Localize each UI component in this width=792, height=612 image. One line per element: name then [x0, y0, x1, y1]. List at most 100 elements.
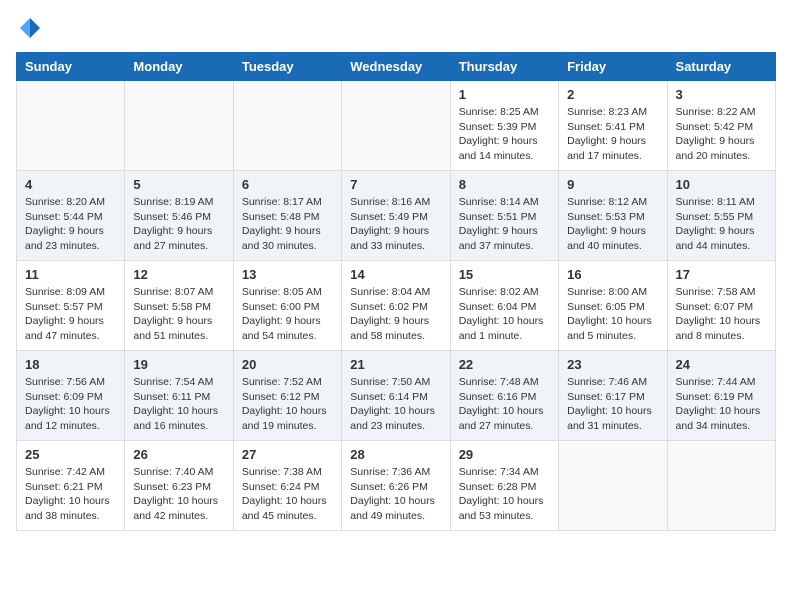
calendar-cell: 5Sunrise: 8:19 AM Sunset: 5:46 PM Daylig… [125, 171, 233, 261]
day-number: 11 [25, 267, 116, 282]
day-info: Sunrise: 7:38 AM Sunset: 6:24 PM Dayligh… [242, 465, 333, 524]
calendar-cell: 19 Sunrise: 7:54 AM Sunset: 6:11 PM Dayli… [125, 351, 233, 441]
calendar-week-3: 11 Sunrise: 8:09 AM Sunset: 5:57 PM Dayli… [17, 261, 776, 351]
calendar-cell: 26Sunrise: 7:40 AM Sunset: 6:23 PM Dayli… [125, 441, 233, 531]
day-info: Sunrise: 8:09 AM Sunset: 5:57 PM Dayligh… [25, 285, 116, 344]
calendar-cell: 28 Sunrise: 7:36 AM Sunset: 6:26 PM Dayli… [342, 441, 450, 531]
calendar-cell: 20 Sunrise: 7:52 AM Sunset: 6:12 PM Dayli… [233, 351, 341, 441]
day-info: Sunrise: 8:04 AM Sunset: 6:02 PM Dayligh… [350, 285, 441, 344]
day-info: Sunrise: 7:42 AM Sunset: 6:21 PM Dayligh… [25, 465, 116, 524]
calendar-cell: 11 Sunrise: 8:09 AM Sunset: 5:57 PM Dayli… [17, 261, 125, 351]
calendar-cell: 13Sunrise: 8:05 AM Sunset: 6:00 PM Dayli… [233, 261, 341, 351]
calendar-cell: 21 Sunrise: 7:50 AM Sunset: 6:14 PM Dayli… [342, 351, 450, 441]
day-number: 28 [350, 447, 441, 462]
day-number: 10 [676, 177, 767, 192]
calendar-header-thursday: Thursday [450, 53, 558, 81]
day-number: 18 [25, 357, 116, 372]
day-info: Sunrise: 8:16 AM Sunset: 5:49 PM Dayligh… [350, 195, 441, 254]
day-number: 2 [567, 87, 658, 102]
day-info: Sunrise: 8:12 AM Sunset: 5:53 PM Dayligh… [567, 195, 658, 254]
calendar-header-sunday: Sunday [17, 53, 125, 81]
calendar-cell: 6 Sunrise: 8:17 AM Sunset: 5:48 PM Daylig… [233, 171, 341, 261]
day-info: Sunrise: 8:17 AM Sunset: 5:48 PM Dayligh… [242, 195, 333, 254]
calendar-cell [559, 441, 667, 531]
calendar-cell: 25 Sunrise: 7:42 AM Sunset: 6:21 PM Dayli… [17, 441, 125, 531]
calendar-cell [233, 81, 341, 171]
day-number: 6 [242, 177, 333, 192]
calendar-cell: 1 Sunrise: 8:25 AM Sunset: 5:39 PM Daylig… [450, 81, 558, 171]
day-info: Sunrise: 8:00 AM Sunset: 6:05 PM Dayligh… [567, 285, 658, 344]
calendar-header-monday: Monday [125, 53, 233, 81]
day-number: 15 [459, 267, 550, 282]
calendar-cell: 10Sunrise: 8:11 AM Sunset: 5:55 PM Dayli… [667, 171, 775, 261]
calendar-cell: 3 Sunrise: 8:22 AM Sunset: 5:42 PM Daylig… [667, 81, 775, 171]
calendar-cell: 29 Sunrise: 7:34 AM Sunset: 6:28 PM Dayli… [450, 441, 558, 531]
day-number: 14 [350, 267, 441, 282]
day-number: 19 [133, 357, 224, 372]
calendar-table: SundayMondayTuesdayWednesdayThursdayFrid… [16, 52, 776, 531]
day-info: Sunrise: 7:58 AM Sunset: 6:07 PM Dayligh… [676, 285, 767, 344]
day-info: Sunrise: 7:50 AM Sunset: 6:14 PM Dayligh… [350, 375, 441, 434]
day-info: Sunrise: 8:25 AM Sunset: 5:39 PM Dayligh… [459, 105, 550, 164]
calendar-cell: 12Sunrise: 8:07 AM Sunset: 5:58 PM Dayli… [125, 261, 233, 351]
calendar-cell [342, 81, 450, 171]
day-info: Sunrise: 8:22 AM Sunset: 5:42 PM Dayligh… [676, 105, 767, 164]
day-number: 29 [459, 447, 550, 462]
calendar-cell: 9 Sunrise: 8:12 AM Sunset: 5:53 PM Daylig… [559, 171, 667, 261]
calendar-week-1: 1 Sunrise: 8:25 AM Sunset: 5:39 PM Daylig… [17, 81, 776, 171]
logo [16, 16, 42, 40]
calendar-cell [17, 81, 125, 171]
calendar-header-row: SundayMondayTuesdayWednesdayThursdayFrid… [17, 53, 776, 81]
day-number: 20 [242, 357, 333, 372]
day-number: 22 [459, 357, 550, 372]
day-info: Sunrise: 8:19 AM Sunset: 5:46 PM Dayligh… [133, 195, 224, 254]
calendar-cell: 16 Sunrise: 8:00 AM Sunset: 6:05 PM Dayli… [559, 261, 667, 351]
calendar-cell: 15 Sunrise: 8:02 AM Sunset: 6:04 PM Dayli… [450, 261, 558, 351]
day-number: 23 [567, 357, 658, 372]
calendar-week-2: 4Sunrise: 8:20 AM Sunset: 5:44 PM Daylig… [17, 171, 776, 261]
day-number: 27 [242, 447, 333, 462]
calendar-header-wednesday: Wednesday [342, 53, 450, 81]
calendar-cell: 8Sunrise: 8:14 AM Sunset: 5:51 PM Daylig… [450, 171, 558, 261]
day-info: Sunrise: 8:07 AM Sunset: 5:58 PM Dayligh… [133, 285, 224, 344]
calendar-week-5: 25 Sunrise: 7:42 AM Sunset: 6:21 PM Dayli… [17, 441, 776, 531]
calendar-cell [667, 441, 775, 531]
calendar-cell: 24 Sunrise: 7:44 AM Sunset: 6:19 PM Dayli… [667, 351, 775, 441]
calendar-cell: 4Sunrise: 8:20 AM Sunset: 5:44 PM Daylig… [17, 171, 125, 261]
day-info: Sunrise: 7:44 AM Sunset: 6:19 PM Dayligh… [676, 375, 767, 434]
page-header [16, 16, 776, 40]
day-number: 26 [133, 447, 224, 462]
day-info: Sunrise: 8:23 AM Sunset: 5:41 PM Dayligh… [567, 105, 658, 164]
day-info: Sunrise: 7:48 AM Sunset: 6:16 PM Dayligh… [459, 375, 550, 434]
calendar-header-friday: Friday [559, 53, 667, 81]
day-number: 13 [242, 267, 333, 282]
day-info: Sunrise: 7:54 AM Sunset: 6:11 PM Dayligh… [133, 375, 224, 434]
day-number: 8 [459, 177, 550, 192]
day-number: 17 [676, 267, 767, 282]
calendar-cell: 17 Sunrise: 7:58 AM Sunset: 6:07 PM Dayli… [667, 261, 775, 351]
day-info: Sunrise: 7:56 AM Sunset: 6:09 PM Dayligh… [25, 375, 116, 434]
calendar-cell: 14 Sunrise: 8:04 AM Sunset: 6:02 PM Dayli… [342, 261, 450, 351]
logo-icon [18, 16, 42, 40]
day-info: Sunrise: 7:34 AM Sunset: 6:28 PM Dayligh… [459, 465, 550, 524]
day-info: Sunrise: 7:36 AM Sunset: 6:26 PM Dayligh… [350, 465, 441, 524]
day-info: Sunrise: 7:52 AM Sunset: 6:12 PM Dayligh… [242, 375, 333, 434]
calendar-header-saturday: Saturday [667, 53, 775, 81]
day-number: 4 [25, 177, 116, 192]
day-number: 3 [676, 87, 767, 102]
day-number: 7 [350, 177, 441, 192]
day-number: 21 [350, 357, 441, 372]
day-number: 24 [676, 357, 767, 372]
calendar-cell: 2 Sunrise: 8:23 AM Sunset: 5:41 PM Daylig… [559, 81, 667, 171]
day-number: 1 [459, 87, 550, 102]
calendar-cell: 27 Sunrise: 7:38 AM Sunset: 6:24 PM Dayli… [233, 441, 341, 531]
calendar-cell: 18 Sunrise: 7:56 AM Sunset: 6:09 PM Dayli… [17, 351, 125, 441]
calendar-week-4: 18 Sunrise: 7:56 AM Sunset: 6:09 PM Dayli… [17, 351, 776, 441]
calendar-header-tuesday: Tuesday [233, 53, 341, 81]
day-number: 25 [25, 447, 116, 462]
day-number: 9 [567, 177, 658, 192]
calendar-cell: 23Sunrise: 7:46 AM Sunset: 6:17 PM Dayli… [559, 351, 667, 441]
calendar-cell: 7 Sunrise: 8:16 AM Sunset: 5:49 PM Daylig… [342, 171, 450, 261]
day-info: Sunrise: 8:02 AM Sunset: 6:04 PM Dayligh… [459, 285, 550, 344]
day-number: 16 [567, 267, 658, 282]
